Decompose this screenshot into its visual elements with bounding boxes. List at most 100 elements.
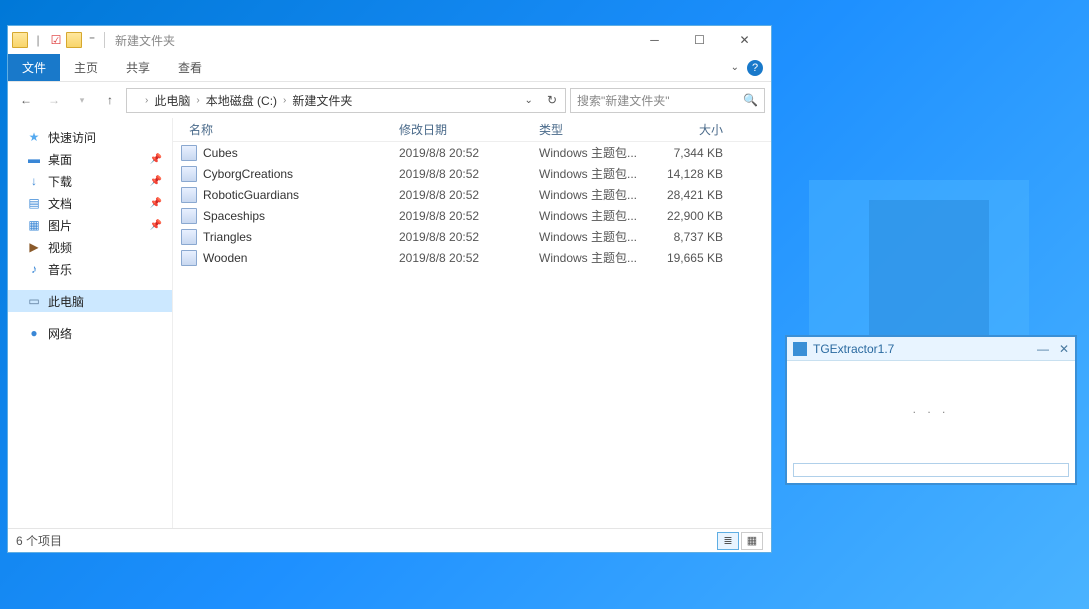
breadcrumb-folder[interactable]: 新建文件夹	[288, 92, 356, 109]
sidebar-item-label: 此电脑	[48, 293, 84, 310]
tab-share[interactable]: 共享	[112, 54, 164, 81]
sidebar-item-videos[interactable]: 视频	[8, 236, 172, 258]
help-icon[interactable]: ?	[747, 60, 763, 76]
qat-overflow[interactable]: ⁼	[84, 32, 100, 48]
pin-icon: 📌	[150, 198, 162, 209]
desktop-icon	[26, 151, 42, 167]
file-list-area: 名称 修改日期 类型 大小 Cubes2019/8/8 20:52Windows…	[173, 118, 771, 528]
file-type: Windows 主题包...	[531, 186, 651, 203]
file-name: Cubes	[203, 146, 391, 160]
navbar: ← → ▾ ↑ › 此电脑 › 本地磁盘 (C:) › 新建文件夹 ⌄ ↻ 搜索…	[8, 82, 771, 118]
sidebar-item-desktop[interactable]: 桌面 📌	[8, 148, 172, 170]
titlebar[interactable]: | ☑ ⁼ 新建文件夹 ─ ☐ ✕	[8, 26, 771, 54]
file-type: Windows 主题包...	[531, 144, 651, 161]
progress-bar	[793, 463, 1069, 477]
file-row[interactable]: Cubes2019/8/8 20:52Windows 主题包...7,344 K…	[173, 142, 771, 163]
search-input[interactable]: 搜索"新建文件夹" 🔍	[570, 88, 765, 113]
file-size: 7,344 KB	[651, 146, 731, 160]
qat-divider: |	[30, 32, 46, 48]
chevron-right-icon[interactable]: ›	[196, 95, 199, 106]
video-icon	[26, 239, 42, 255]
file-row[interactable]: RoboticGuardians2019/8/8 20:52Windows 主题…	[173, 184, 771, 205]
nav-forward-button[interactable]: →	[42, 88, 66, 112]
file-name: Triangles	[203, 230, 391, 244]
view-details-button[interactable]: ≣	[717, 532, 739, 550]
file-icon	[181, 250, 197, 266]
computer-icon	[26, 293, 42, 309]
breadcrumb-pc[interactable]: 此电脑	[150, 92, 194, 109]
file-icon	[181, 229, 197, 245]
minimize-button[interactable]: ─	[632, 26, 677, 54]
sidebar-item-pictures[interactable]: 图片 📌	[8, 214, 172, 236]
tab-view[interactable]: 查看	[164, 54, 216, 81]
sidebar-item-downloads[interactable]: 下载 📌	[8, 170, 172, 192]
column-date[interactable]: 修改日期	[391, 121, 531, 138]
file-icon	[181, 145, 197, 161]
file-row[interactable]: Wooden2019/8/8 20:52Windows 主题包...19,665…	[173, 247, 771, 268]
file-type: Windows 主题包...	[531, 228, 651, 245]
sidebar-item-label: 音乐	[48, 261, 72, 278]
column-headers: 名称 修改日期 类型 大小	[173, 118, 771, 142]
qat-checkbox-icon[interactable]: ☑	[48, 32, 64, 48]
download-icon	[26, 173, 42, 189]
secondary-close-button[interactable]: ✕	[1059, 342, 1069, 356]
sidebar-item-network[interactable]: 网络	[8, 322, 172, 344]
document-icon	[26, 195, 42, 211]
sidebar-item-quickaccess[interactable]: 快速访问	[8, 126, 172, 148]
refresh-icon[interactable]: ↻	[541, 93, 563, 107]
file-name: Spaceships	[203, 209, 391, 223]
pin-icon: 📌	[150, 176, 162, 187]
picture-icon	[26, 217, 42, 233]
folder-icon	[12, 32, 28, 48]
search-icon[interactable]: 🔍	[743, 93, 758, 107]
tab-file[interactable]: 文件	[8, 54, 60, 81]
pin-icon: 📌	[150, 220, 162, 231]
sidebar-item-label: 图片	[48, 217, 72, 234]
file-name: RoboticGuardians	[203, 188, 391, 202]
sidebar-item-label: 快速访问	[48, 129, 96, 146]
nav-back-button[interactable]: ←	[14, 88, 38, 112]
address-dropdown-icon[interactable]: ⌄	[519, 95, 539, 106]
file-icon	[181, 166, 197, 182]
window-title: 新建文件夹	[115, 32, 632, 49]
address-bar[interactable]: › 此电脑 › 本地磁盘 (C:) › 新建文件夹 ⌄ ↻	[126, 88, 566, 113]
breadcrumb-drive[interactable]: 本地磁盘 (C:)	[202, 92, 281, 109]
divider	[104, 32, 105, 48]
file-row[interactable]: Spaceships2019/8/8 20:52Windows 主题包...22…	[173, 205, 771, 226]
column-type[interactable]: 类型	[531, 121, 651, 138]
chevron-right-icon[interactable]: ›	[145, 95, 148, 106]
file-size: 14,128 KB	[651, 167, 731, 181]
file-size: 22,900 KB	[651, 209, 731, 223]
ribbon-tabs: 文件 主页 共享 查看 ⌄ ?	[8, 54, 771, 82]
nav-up-button[interactable]: ↑	[98, 88, 122, 112]
column-name[interactable]: 名称	[181, 121, 391, 138]
sidebar-item-label: 桌面	[48, 151, 72, 168]
view-icons-button[interactable]: ▦	[741, 532, 763, 550]
file-row[interactable]: Triangles2019/8/8 20:52Windows 主题包...8,7…	[173, 226, 771, 247]
sidebar-item-label: 网络	[48, 325, 72, 342]
sidebar-item-thispc[interactable]: 此电脑	[8, 290, 172, 312]
sidebar-item-music[interactable]: 音乐	[8, 258, 172, 280]
file-row[interactable]: CyborgCreations2019/8/8 20:52Windows 主题包…	[173, 163, 771, 184]
sidebar-item-documents[interactable]: 文档 📌	[8, 192, 172, 214]
file-date: 2019/8/8 20:52	[391, 209, 531, 223]
nav-history-dropdown[interactable]: ▾	[70, 88, 94, 112]
tgextractor-window: TGExtractor1.7 — ✕ . . .	[785, 335, 1077, 485]
star-icon	[26, 129, 42, 145]
file-name: Wooden	[203, 251, 391, 265]
close-button[interactable]: ✕	[722, 26, 767, 54]
expand-ribbon-icon[interactable]: ⌄	[731, 62, 739, 73]
maximize-button[interactable]: ☐	[677, 26, 722, 54]
pin-icon: 📌	[150, 154, 162, 165]
file-size: 28,421 KB	[651, 188, 731, 202]
file-date: 2019/8/8 20:52	[391, 188, 531, 202]
file-date: 2019/8/8 20:52	[391, 146, 531, 160]
chevron-right-icon[interactable]: ›	[283, 95, 286, 106]
secondary-titlebar[interactable]: TGExtractor1.7 — ✕	[787, 337, 1075, 361]
column-size[interactable]: 大小	[651, 121, 731, 138]
tab-home[interactable]: 主页	[60, 54, 112, 81]
qat-folder-icon[interactable]	[66, 32, 82, 48]
sidebar-item-label: 下载	[48, 173, 72, 190]
status-text: 6 个项目	[16, 532, 62, 549]
secondary-minimize-button[interactable]: —	[1037, 342, 1049, 356]
